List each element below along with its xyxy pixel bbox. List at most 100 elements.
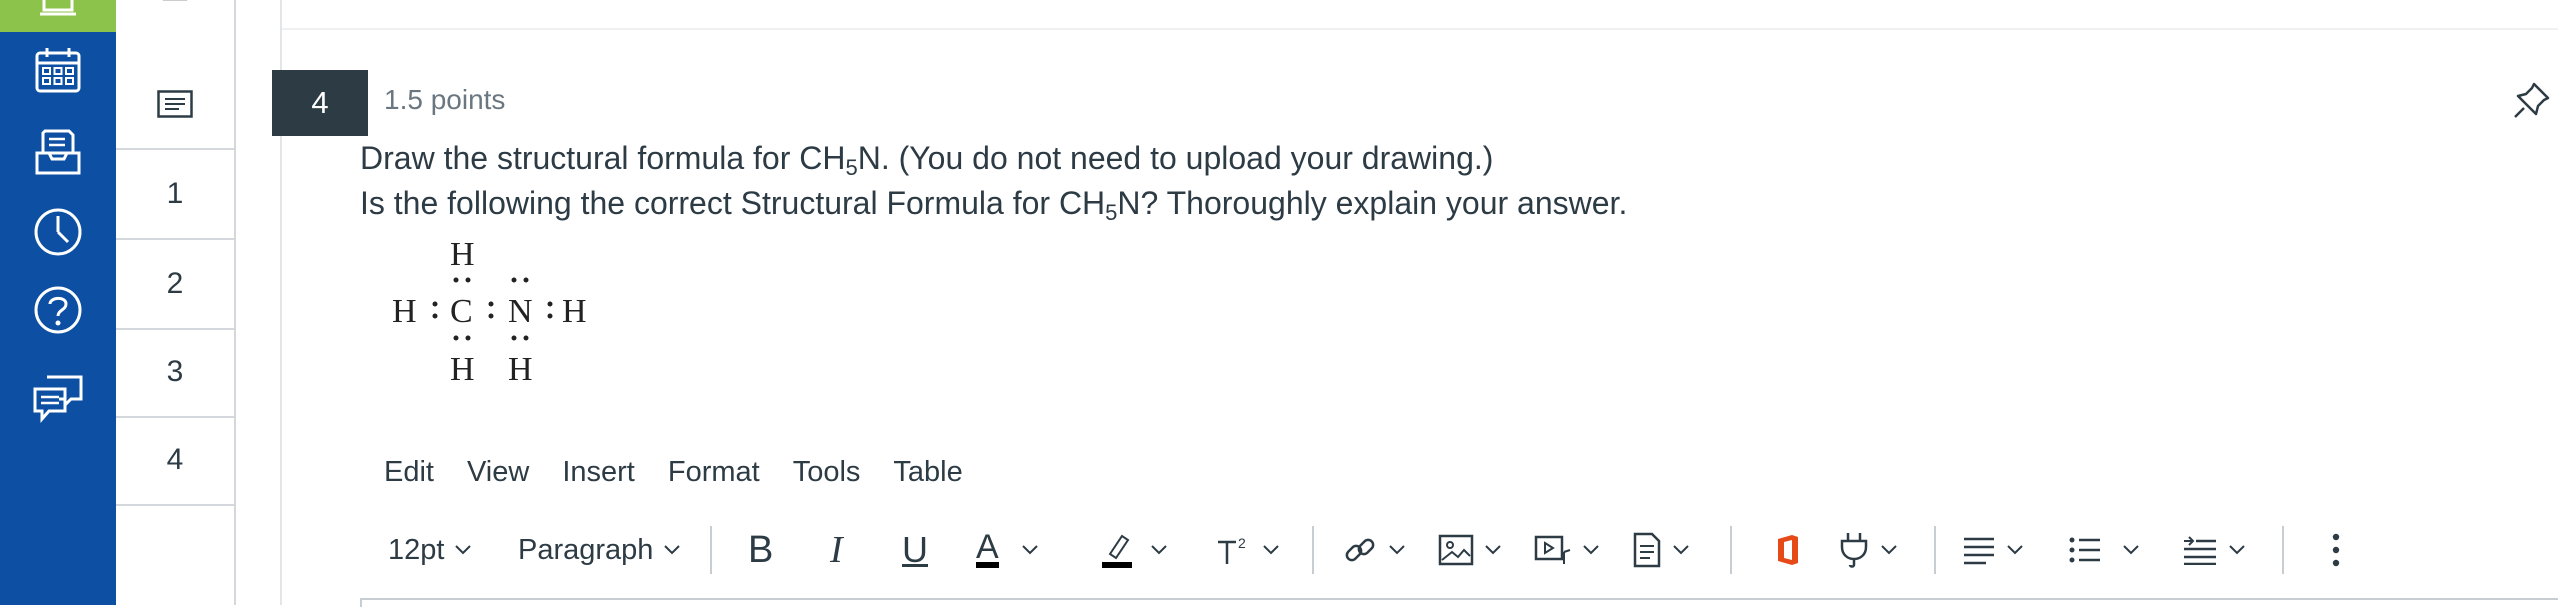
chevron-down-icon <box>1389 545 1405 555</box>
question-text-line-1-pre: Draw the structural formula for CH <box>360 140 846 176</box>
media-icon <box>1534 535 1571 564</box>
underline-icon: U <box>902 529 928 570</box>
courses-nav-item[interactable] <box>0 0 116 32</box>
list-icon <box>2069 537 2100 563</box>
history-nav-item[interactable] <box>0 194 116 270</box>
help-icon <box>34 286 82 334</box>
plugin-icon <box>1840 533 1868 568</box>
chevron-down-icon <box>2007 545 2023 555</box>
chevron-down-icon <box>2229 545 2245 555</box>
previous-question-divider <box>282 28 2558 30</box>
text-color-button[interactable]: A <box>976 520 1039 580</box>
font-size-value: 12pt <box>388 533 445 566</box>
menu-format[interactable]: Format <box>668 456 760 489</box>
atom-c: C <box>450 293 473 330</box>
question-nav-item-4[interactable]: 4 <box>116 416 234 506</box>
question-text-line-2: Is the following the correct Structural … <box>360 185 1627 226</box>
link-icon <box>1345 538 1375 562</box>
atom-h-bottom-n: H <box>508 351 533 388</box>
underline-button[interactable]: U <box>902 520 928 580</box>
menu-table[interactable]: Table <box>893 456 962 489</box>
office-icon <box>1778 535 1798 565</box>
toolbar-separator <box>1312 526 1314 574</box>
history-icon <box>34 208 82 256</box>
chevron-down-icon <box>1673 545 1689 555</box>
superscript-button[interactable]: 2 <box>1216 520 1280 580</box>
link-button[interactable] <box>1342 520 1406 580</box>
bold-button[interactable]: B <box>748 520 773 580</box>
italic-button[interactable]: I <box>830 520 843 580</box>
highlight-button[interactable] <box>1102 520 1168 580</box>
font-size-select[interactable]: 12pt <box>388 520 472 580</box>
chevron-down-icon <box>664 545 681 555</box>
calendar-nav-item[interactable] <box>0 34 116 110</box>
question-nav-item-3[interactable]: 3 <box>116 328 234 418</box>
atom-h-right: H <box>562 293 587 330</box>
question-nav-bookmark[interactable] <box>116 0 234 16</box>
toolbar-separator <box>710 526 712 574</box>
question-nav-item-2[interactable]: 2 <box>116 240 234 330</box>
lewis-structure-image: H H C N H H H <box>392 236 587 388</box>
chevron-down-icon <box>1881 545 1897 555</box>
question-nav: 1 2 3 4 <box>116 0 236 605</box>
image-button[interactable] <box>1438 520 1502 580</box>
editor-body[interactable] <box>360 598 2558 607</box>
question-text-line-2-sub: 5 <box>1105 200 1118 225</box>
svg-text:2: 2 <box>1238 535 1246 551</box>
image-icon <box>1438 534 1474 566</box>
list-button[interactable] <box>2068 520 2140 580</box>
document-button[interactable] <box>1632 520 1690 580</box>
calendar-icon <box>35 48 81 93</box>
more-button[interactable] <box>2332 520 2340 580</box>
editor-menubar: Edit View Insert Format Tools Table <box>384 456 996 489</box>
chevron-down-icon <box>1485 545 1501 555</box>
indent-icon <box>2184 536 2216 565</box>
document-icon <box>1633 532 1661 568</box>
menu-edit[interactable]: Edit <box>384 456 434 489</box>
block-format-select[interactable]: Paragraph <box>518 520 681 580</box>
question-text-line-2-pre: Is the following the correct Structural … <box>360 185 1106 221</box>
more-icon <box>2332 533 2340 567</box>
menu-view[interactable]: View <box>467 456 529 489</box>
chevron-down-icon <box>1263 545 1279 555</box>
courses-icon <box>40 0 76 16</box>
atom-h-top: H <box>450 236 475 273</box>
atom-h-left: H <box>392 293 417 330</box>
highlight-icon <box>1102 534 1132 568</box>
bookmark-icon <box>162 0 188 1</box>
chevron-down-icon <box>1151 545 1167 555</box>
atom-h-bottom-c: H <box>450 351 475 388</box>
toolbar-separator <box>1934 526 1936 574</box>
question-text-line-1: Draw the structural formula for CH5N. (Y… <box>360 140 1493 181</box>
menu-tools[interactable]: Tools <box>793 456 861 489</box>
menu-insert[interactable]: Insert <box>562 456 635 489</box>
chevron-down-icon <box>455 545 472 555</box>
inbox-icon <box>35 129 81 175</box>
chevron-down-icon <box>2123 545 2139 555</box>
question-nav-text-item[interactable] <box>116 60 234 150</box>
inbox-nav-item[interactable] <box>0 114 116 190</box>
commons-nav-item[interactable] <box>0 360 116 436</box>
pin-icon[interactable] <box>2512 80 2552 120</box>
question-nav-item-1[interactable]: 1 <box>116 150 234 240</box>
italic-icon: I <box>830 529 843 571</box>
align-button[interactable] <box>1962 520 2024 580</box>
chevron-down-icon <box>1583 545 1599 555</box>
text-block-icon <box>157 90 193 118</box>
question-points: 1.5 points <box>384 84 506 115</box>
media-button[interactable] <box>1534 520 1600 580</box>
toolbar-separator <box>2282 526 2284 574</box>
plugin-button[interactable] <box>1838 520 1898 580</box>
question-text-line-1-sub: 5 <box>845 155 858 180</box>
office-button[interactable] <box>1774 520 1802 580</box>
text-color-icon: A <box>976 528 999 568</box>
indent-button[interactable] <box>2182 520 2246 580</box>
bold-icon: B <box>748 528 774 571</box>
help-nav-item[interactable] <box>0 272 116 348</box>
editor-toolbar: 12pt Paragraph B I U A 2 <box>384 520 2384 580</box>
question-text-line-1-post: N. (You do not need to upload your drawi… <box>857 140 1494 176</box>
chevron-down-icon <box>1021 545 1038 555</box>
atom-n: N <box>508 293 533 330</box>
global-nav <box>0 0 116 605</box>
commons-icon <box>33 375 83 423</box>
